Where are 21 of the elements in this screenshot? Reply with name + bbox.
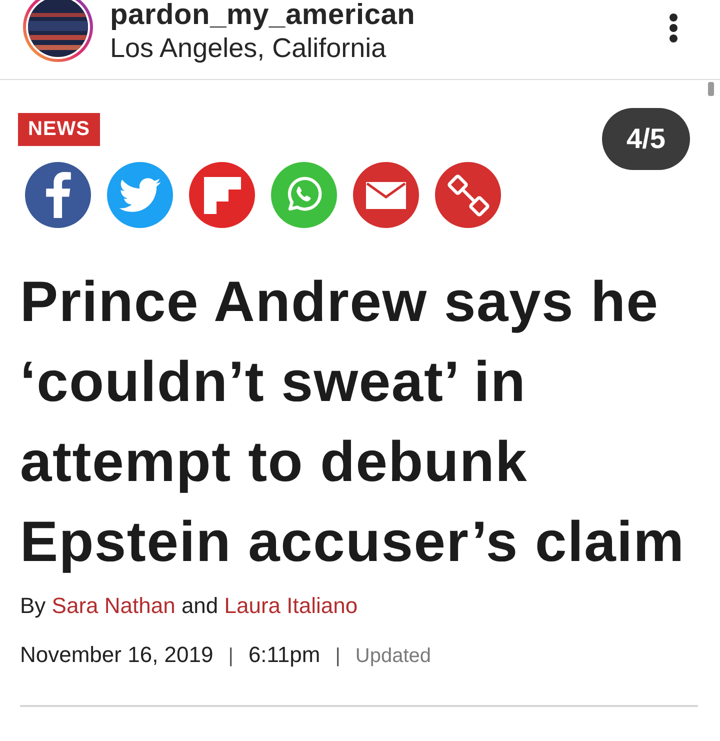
- bird-icon: [119, 178, 161, 212]
- facebook-icon: [46, 172, 70, 218]
- avatar-icon[interactable]: [22, 0, 94, 63]
- username-text[interactable]: pardon_my_american: [110, 0, 416, 30]
- envelope-icon: [366, 182, 406, 208]
- link-icon: [446, 174, 490, 216]
- category-tag[interactable]: NEWS: [18, 113, 100, 146]
- updated-label: Updated: [355, 644, 432, 669]
- separator-text: |: [228, 644, 234, 669]
- byline-text: By Sara Nathan and Laura Italiano: [20, 592, 359, 620]
- date-text: November 16, 2019: [20, 641, 214, 669]
- scroll-indicator: [708, 82, 714, 96]
- slide-counter: 4/5: [602, 108, 690, 170]
- flipboard-icon: [204, 176, 240, 214]
- location-text[interactable]: Los Angeles, California: [110, 31, 416, 65]
- headline-text: Prince Andrew says he ‘couldn’t sweat’ in attempt to debunk Epstein accuser’s claim: [20, 269, 686, 576]
- time-text: 6:11pm: [248, 641, 320, 669]
- more-options-icon[interactable]: [669, 13, 678, 43]
- separator-text: |: [335, 644, 340, 669]
- author-link[interactable]: Sara Nathan: [52, 593, 176, 618]
- author-link[interactable]: Laura Italiano: [224, 593, 358, 618]
